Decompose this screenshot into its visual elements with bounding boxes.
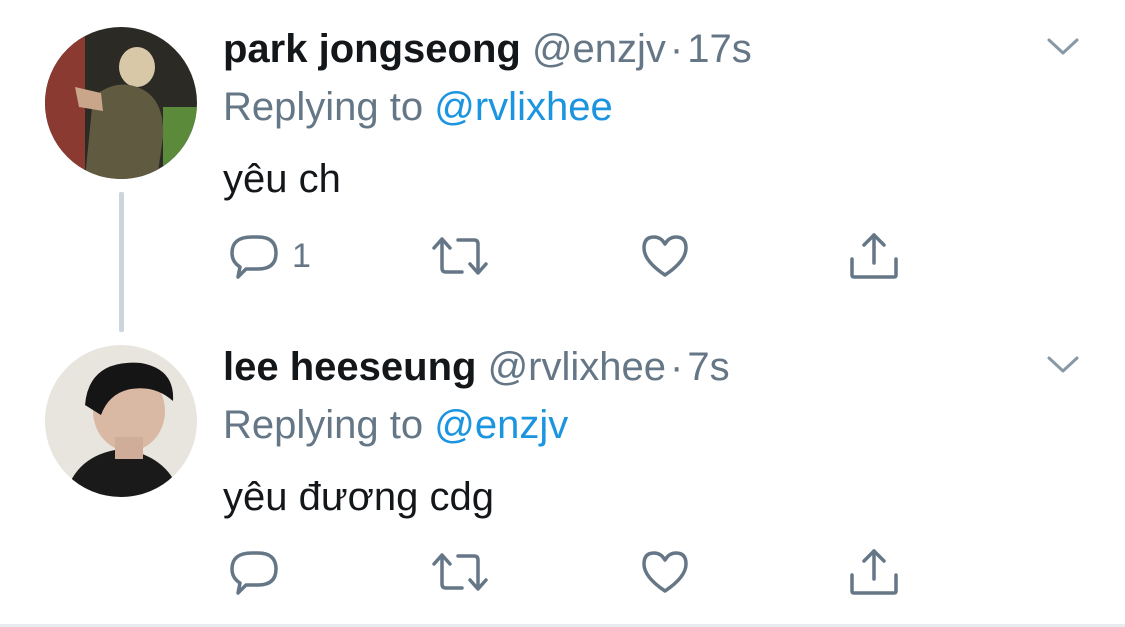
username[interactable]: @enzjv	[532, 27, 666, 71]
reply-button[interactable]: 1	[228, 228, 311, 284]
timestamp[interactable]: 17s	[687, 27, 752, 71]
avatar[interactable]	[45, 345, 197, 497]
tweet-text: yêu ch	[223, 157, 341, 201]
like-button[interactable]	[640, 228, 690, 284]
chevron-down-icon[interactable]	[1043, 350, 1083, 378]
tweet-header: park jongseong @enzjv · 17s	[223, 26, 752, 72]
replying-to-handle[interactable]: @enzjv	[434, 403, 568, 447]
tweet-text: yêu đương cdg	[223, 475, 494, 519]
replying-to: Replying to @enzjv	[223, 402, 568, 448]
timestamp[interactable]: 7s	[687, 345, 729, 389]
share-button[interactable]	[848, 544, 900, 600]
display-name[interactable]: park jongseong	[223, 27, 521, 71]
reply-count: 1	[292, 236, 311, 275]
heart-icon	[642, 235, 688, 277]
like-button[interactable]	[640, 544, 690, 600]
replying-to: Replying to @rvlixhee	[223, 84, 613, 130]
retweet-icon	[432, 553, 488, 591]
replying-to-label: Replying to	[223, 403, 424, 447]
avatar[interactable]	[45, 27, 197, 179]
share-icon	[850, 549, 898, 595]
tweet[interactable]: lee heeseung @rvlixhee · 7s Replying to @e…	[0, 318, 1125, 624]
tweet-actions	[0, 544, 1125, 604]
replying-to-label: Replying to	[223, 85, 424, 129]
retweet-icon	[432, 237, 488, 275]
retweet-button[interactable]	[432, 544, 488, 600]
share-icon	[850, 233, 898, 279]
reply-icon	[230, 235, 278, 279]
reply-icon	[230, 551, 278, 595]
tweet[interactable]: park jongseong @enzjv · 17s Replying to @r…	[0, 0, 1125, 332]
share-button[interactable]	[848, 228, 900, 284]
replying-to-handle[interactable]: @rvlixhee	[434, 85, 612, 129]
chevron-down-icon[interactable]	[1043, 32, 1083, 60]
username[interactable]: @rvlixhee	[488, 345, 666, 389]
tweet-actions: 1	[0, 228, 1125, 288]
retweet-button[interactable]	[432, 228, 488, 284]
separator-dot: ·	[670, 345, 684, 389]
display-name[interactable]: lee heeseung	[223, 345, 476, 389]
heart-icon	[642, 551, 688, 593]
reply-button[interactable]	[228, 544, 292, 600]
separator-dot: ·	[669, 27, 684, 71]
tweet-header: lee heeseung @rvlixhee · 7s	[223, 344, 730, 390]
